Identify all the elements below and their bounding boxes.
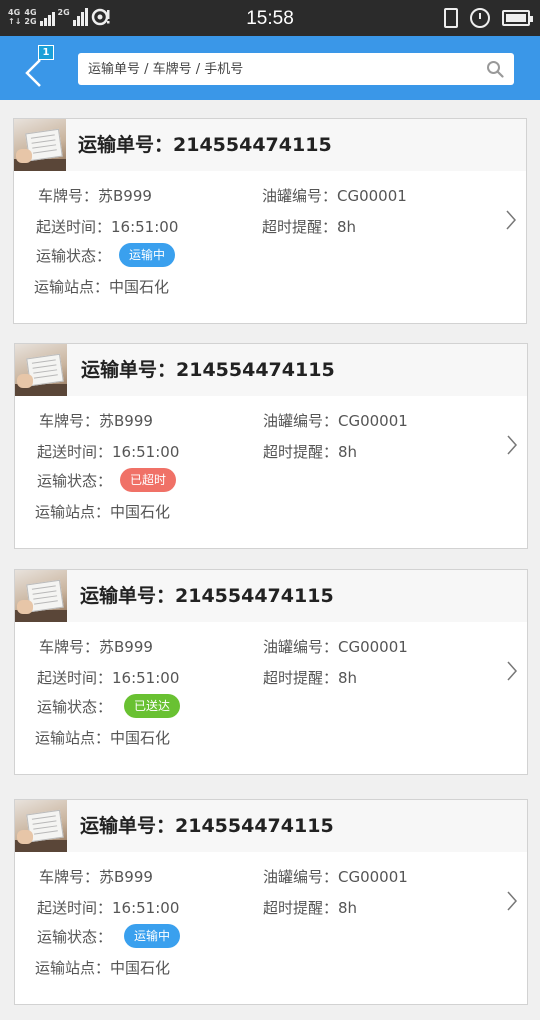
alarm-icon: [470, 8, 490, 28]
transport-station: 运输站点：中国石化: [35, 959, 171, 977]
vibrate-icon: [444, 8, 458, 28]
order-card[interactable]: 运输单号：214554474115 车牌号：苏B999 油罐编号：CG00001…: [13, 118, 527, 324]
status-badge: 已送达: [124, 694, 181, 718]
status-bar: 4G ↑↓ 4G 2G 2G 15:58: [0, 0, 540, 36]
chevron-left-icon: [25, 59, 41, 87]
search-box[interactable]: [78, 53, 514, 85]
status-badge: 已超时: [120, 468, 177, 492]
transport-station: 运输站点：中国石化: [34, 278, 170, 296]
order-number: 运输单号：214554474115: [81, 359, 335, 381]
timeout-reminder: 超时提醒：8h: [262, 218, 357, 236]
order-number: 运输单号：214554474115: [78, 134, 332, 156]
status-label: 运输状态：: [37, 927, 113, 946]
order-thumbnail: [14, 119, 66, 171]
status-label: 运输状态：: [36, 246, 112, 265]
chevron-right-icon: [507, 435, 517, 455]
plate-number: 车牌号：苏B999: [38, 187, 152, 205]
transport-status: 运输状态： 已超时: [37, 468, 177, 492]
plate-number: 车牌号：苏B999: [39, 868, 153, 886]
send-time: 起送时间：16:51:00: [37, 669, 180, 687]
status-badge: 运输中: [119, 243, 176, 267]
plate-number: 车牌号：苏B999: [39, 638, 153, 656]
order-number: 运输单号：214554474115: [80, 585, 334, 607]
transport-station: 运输站点：中国石化: [35, 503, 171, 521]
plate-number: 车牌号：苏B999: [39, 412, 153, 430]
chevron-right-icon: [507, 891, 517, 911]
battery-icon: [502, 10, 533, 26]
search-input[interactable]: [88, 53, 478, 85]
timeout-reminder: 超时提醒：8h: [263, 443, 358, 461]
status-label: 运输状态：: [37, 697, 113, 716]
order-thumbnail: [15, 800, 67, 852]
transport-status: 运输状态： 已送达: [37, 694, 181, 718]
status-badge: 运输中: [124, 924, 181, 948]
timeout-reminder: 超时提醒：8h: [263, 899, 358, 917]
send-time: 起送时间：16:51:00: [37, 899, 180, 917]
status-label: 运输状态：: [37, 471, 113, 490]
app-header: 1: [0, 36, 540, 100]
system-indicators: [444, 8, 533, 28]
tank-number: 油罐编号：CG00001: [262, 187, 407, 205]
timeout-reminder: 超时提醒：8h: [263, 669, 358, 687]
order-card[interactable]: 运输单号：214554474115 车牌号：苏B999 油罐编号：CG00001…: [14, 799, 528, 1005]
send-time: 起送时间：16:51:00: [37, 443, 180, 461]
card-header: 运输单号：214554474115: [15, 344, 527, 396]
order-thumbnail: [15, 570, 67, 622]
order-thumbnail: [15, 344, 67, 396]
chevron-right-icon: [506, 210, 516, 230]
order-card[interactable]: 运输单号：214554474115 车牌号：苏B999 油罐编号：CG00001…: [14, 569, 528, 775]
card-header: 运输单号：214554474115: [14, 119, 526, 171]
card-header: 运输单号：214554474115: [15, 800, 527, 852]
tank-number: 油罐编号：CG00001: [263, 868, 408, 886]
transport-status: 运输状态： 运输中: [37, 924, 181, 948]
tank-number: 油罐编号：CG00001: [263, 638, 408, 656]
transport-status: 运输状态： 运输中: [36, 243, 176, 267]
card-header: 运输单号：214554474115: [15, 570, 527, 622]
search-icon[interactable]: [486, 60, 504, 78]
send-time: 起送时间：16:51:00: [36, 218, 179, 236]
back-button[interactable]: 1: [24, 45, 60, 90]
back-badge: 1: [38, 45, 54, 60]
order-card[interactable]: 运输单号：214554474115 车牌号：苏B999 油罐编号：CG00001…: [14, 343, 528, 549]
order-number: 运输单号：214554474115: [80, 815, 334, 837]
transport-station: 运输站点：中国石化: [35, 729, 171, 747]
tank-number: 油罐编号：CG00001: [263, 412, 408, 430]
chevron-right-icon: [507, 661, 517, 681]
